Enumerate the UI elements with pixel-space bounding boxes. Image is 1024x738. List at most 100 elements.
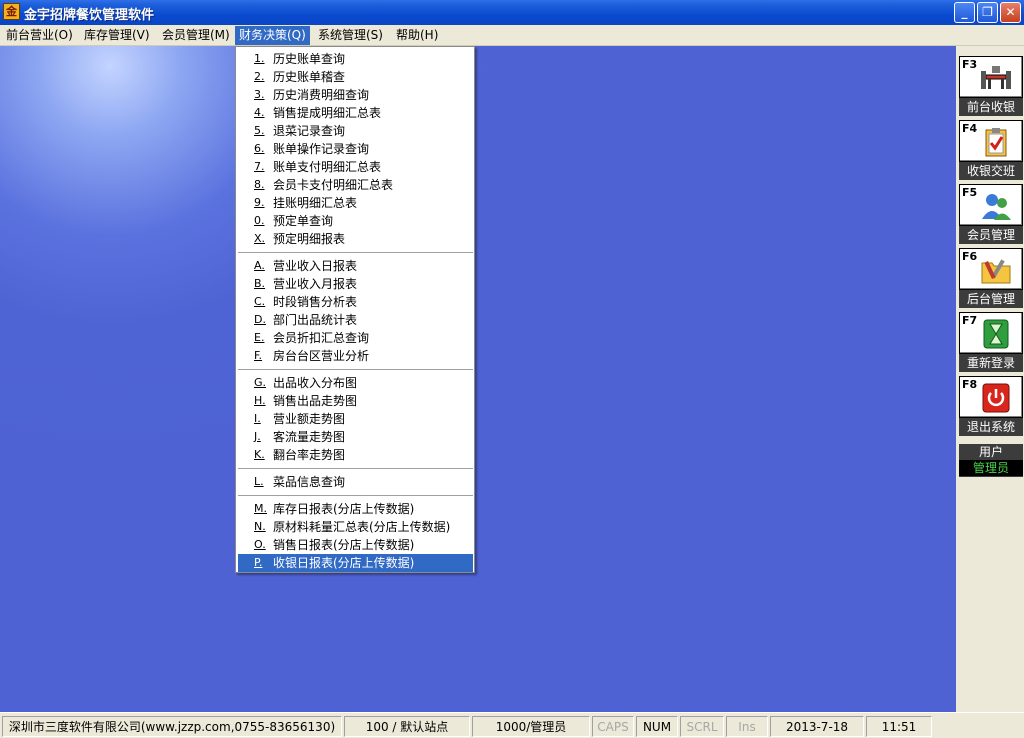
menu-item-label: 翻台率走势图 bbox=[273, 448, 346, 462]
menu-item-accelerator: M. bbox=[254, 502, 267, 515]
menu-item-accelerator: F. bbox=[254, 349, 263, 362]
finance-menu-item[interactable]: 1. 历史账单查询 bbox=[238, 50, 473, 68]
menu-item-label: 营业收入日报表 bbox=[273, 259, 358, 273]
menu-finance[interactable]: 财务决策(Q) bbox=[235, 26, 310, 45]
menu-inventory[interactable]: 库存管理(V) bbox=[80, 26, 154, 45]
f3-label[interactable]: 前台收银 bbox=[959, 98, 1023, 116]
finance-menu-item[interactable]: 8. 会员卡支付明细汇总表 bbox=[238, 176, 473, 194]
finance-menu-item[interactable]: C. 时段销售分析表 bbox=[238, 293, 473, 311]
menu-item-label: 营业额走势图 bbox=[273, 412, 346, 426]
finance-menu-item[interactable]: D. 部门出品统计表 bbox=[238, 311, 473, 329]
f4-label[interactable]: 收银交班 bbox=[959, 162, 1023, 180]
tools-folder-icon bbox=[981, 259, 1011, 284]
minimize-button[interactable]: _ bbox=[954, 2, 975, 23]
close-button[interactable]: ✕ bbox=[1000, 2, 1021, 23]
f8-exit-button[interactable]: F8 bbox=[959, 376, 1023, 418]
f7-label[interactable]: 重新登录 bbox=[959, 354, 1023, 372]
menu-item-label: 退菜记录查询 bbox=[273, 124, 346, 138]
menu-item-label: 营业收入月报表 bbox=[273, 277, 358, 291]
finance-menu-item[interactable]: 4. 销售提成明细汇总表 bbox=[238, 104, 473, 122]
status-num: NUM bbox=[636, 716, 678, 737]
menu-item-accelerator: 6. bbox=[254, 142, 265, 155]
f5-key: F5 bbox=[962, 186, 978, 199]
f3-cashier-button[interactable]: F3 bbox=[959, 56, 1023, 98]
f7-key: F7 bbox=[962, 314, 978, 327]
finance-menu-item[interactable]: F. 房台台区营业分析 bbox=[238, 347, 473, 365]
finance-menu-item[interactable]: 9. 挂账明细汇总表 bbox=[238, 194, 473, 212]
status-caps: CAPS bbox=[592, 716, 634, 737]
menu-item-label: 会员卡支付明细汇总表 bbox=[273, 178, 394, 192]
menu-item-label: 账单支付明细汇总表 bbox=[273, 160, 382, 174]
f6-key: F6 bbox=[962, 250, 978, 263]
finance-menu-item[interactable]: 6. 账单操作记录查询 bbox=[238, 140, 473, 158]
menu-separator bbox=[238, 369, 473, 371]
menu-item-accelerator: G. bbox=[254, 376, 267, 389]
menu-system[interactable]: 系统管理(S) bbox=[314, 26, 387, 45]
finance-menu-item[interactable]: K. 翻台率走势图 bbox=[238, 446, 473, 464]
f5-members-button[interactable]: F5 bbox=[959, 184, 1023, 226]
finance-menu-item[interactable]: A. 营业收入日报表 bbox=[238, 257, 473, 275]
status-date: 2013-7-18 bbox=[770, 716, 864, 737]
menu-item-accelerator: L. bbox=[254, 475, 264, 488]
finance-menu-item[interactable]: L. 菜品信息查询 bbox=[238, 473, 473, 491]
f7-relogin-button[interactable]: F7 bbox=[959, 312, 1023, 354]
f8-label[interactable]: 退出系统 bbox=[959, 418, 1023, 436]
status-ins: Ins bbox=[726, 716, 768, 737]
finance-menu-item[interactable]: B. 营业收入月报表 bbox=[238, 275, 473, 293]
f3-key: F3 bbox=[962, 58, 978, 71]
menu-help[interactable]: 帮助(H) bbox=[392, 26, 442, 45]
finance-menu-item[interactable]: E. 会员折扣汇总查询 bbox=[238, 329, 473, 347]
function-panel: F3 前台收银 F4 收银交班 F5 会员管理 F6 后台管理 F7 重新登录 … bbox=[956, 46, 1024, 712]
menu-item-accelerator: K. bbox=[254, 448, 265, 461]
app-icon[interactable]: 金 bbox=[3, 3, 20, 20]
menu-item-label: 原材料耗量汇总表(分店上传数据) bbox=[273, 520, 451, 534]
menu-item-label: 客流量走势图 bbox=[273, 430, 346, 444]
finance-menu-item[interactable]: 3. 历史消费明细查询 bbox=[238, 86, 473, 104]
f5-label[interactable]: 会员管理 bbox=[959, 226, 1023, 244]
f6-label[interactable]: 后台管理 bbox=[959, 290, 1023, 308]
menu-item-accelerator: P. bbox=[254, 556, 263, 569]
menu-item-label: 销售提成明细汇总表 bbox=[273, 106, 382, 120]
f4-shift-handover-button[interactable]: F4 bbox=[959, 120, 1023, 162]
title-bar[interactable]: 金 金宇招牌餐饮管理软件 _ ❐ ✕ bbox=[0, 0, 1024, 25]
finance-menu-item[interactable]: G. 出品收入分布图 bbox=[238, 374, 473, 392]
menu-item-accelerator: B. bbox=[254, 277, 266, 290]
finance-menu-item[interactable]: N. 原材料耗量汇总表(分店上传数据) bbox=[238, 518, 473, 536]
members-icon bbox=[982, 194, 1011, 220]
finance-menu-item[interactable]: O. 销售日报表(分店上传数据) bbox=[238, 536, 473, 554]
finance-menu-item[interactable]: M. 库存日报表(分店上传数据) bbox=[238, 500, 473, 518]
finance-menu-item[interactable]: H. 销售出品走势图 bbox=[238, 392, 473, 410]
finance-menu-item[interactable]: 5. 退菜记录查询 bbox=[238, 122, 473, 140]
menu-separator bbox=[238, 468, 473, 470]
menu-separator bbox=[238, 252, 473, 254]
finance-menu-item[interactable]: J. 客流量走势图 bbox=[238, 428, 473, 446]
menu-item-accelerator: 5. bbox=[254, 124, 265, 137]
menu-item-label: 出品收入分布图 bbox=[273, 376, 358, 390]
f6-backoffice-button[interactable]: F6 bbox=[959, 248, 1023, 290]
menu-front-desk[interactable]: 前台营业(O) bbox=[2, 26, 77, 45]
menu-item-accelerator: 7. bbox=[254, 160, 265, 173]
menu-members[interactable]: 会员管理(M) bbox=[158, 26, 234, 45]
hourglass-icon bbox=[983, 319, 1009, 349]
menu-item-label: 账单操作记录查询 bbox=[273, 142, 370, 156]
finance-menu-item[interactable]: 0. 预定单查询 bbox=[238, 212, 473, 230]
restore-button[interactable]: ❐ bbox=[977, 2, 998, 23]
power-icon bbox=[982, 383, 1010, 413]
status-bar: 深圳市三度软件有限公司(www.jzzp.com,0755-83656130) … bbox=[0, 712, 1024, 738]
menu-item-label: 历史账单稽查 bbox=[273, 70, 346, 84]
finance-menu-item[interactable]: P. 收银日报表(分店上传数据) bbox=[238, 554, 473, 572]
menu-item-accelerator: J. bbox=[254, 430, 261, 443]
menu-item-accelerator: C. bbox=[254, 295, 266, 308]
menu-item-accelerator: E. bbox=[254, 331, 265, 344]
cashier-table-icon bbox=[981, 66, 1011, 89]
menu-item-accelerator: D. bbox=[254, 313, 266, 326]
f4-key: F4 bbox=[962, 122, 978, 135]
finance-menu-item[interactable]: X. 预定明细报表 bbox=[238, 230, 473, 248]
finance-menu-item[interactable]: I. 营业额走势图 bbox=[238, 410, 473, 428]
finance-menu-item[interactable]: 7. 账单支付明细汇总表 bbox=[238, 158, 473, 176]
finance-menu-item[interactable]: 2. 历史账单稽查 bbox=[238, 68, 473, 86]
workspace-background bbox=[0, 46, 956, 712]
menu-item-label: 收银日报表(分店上传数据) bbox=[273, 556, 415, 570]
menu-item-label: 销售出品走势图 bbox=[273, 394, 358, 408]
menu-item-label: 部门出品统计表 bbox=[273, 313, 358, 327]
